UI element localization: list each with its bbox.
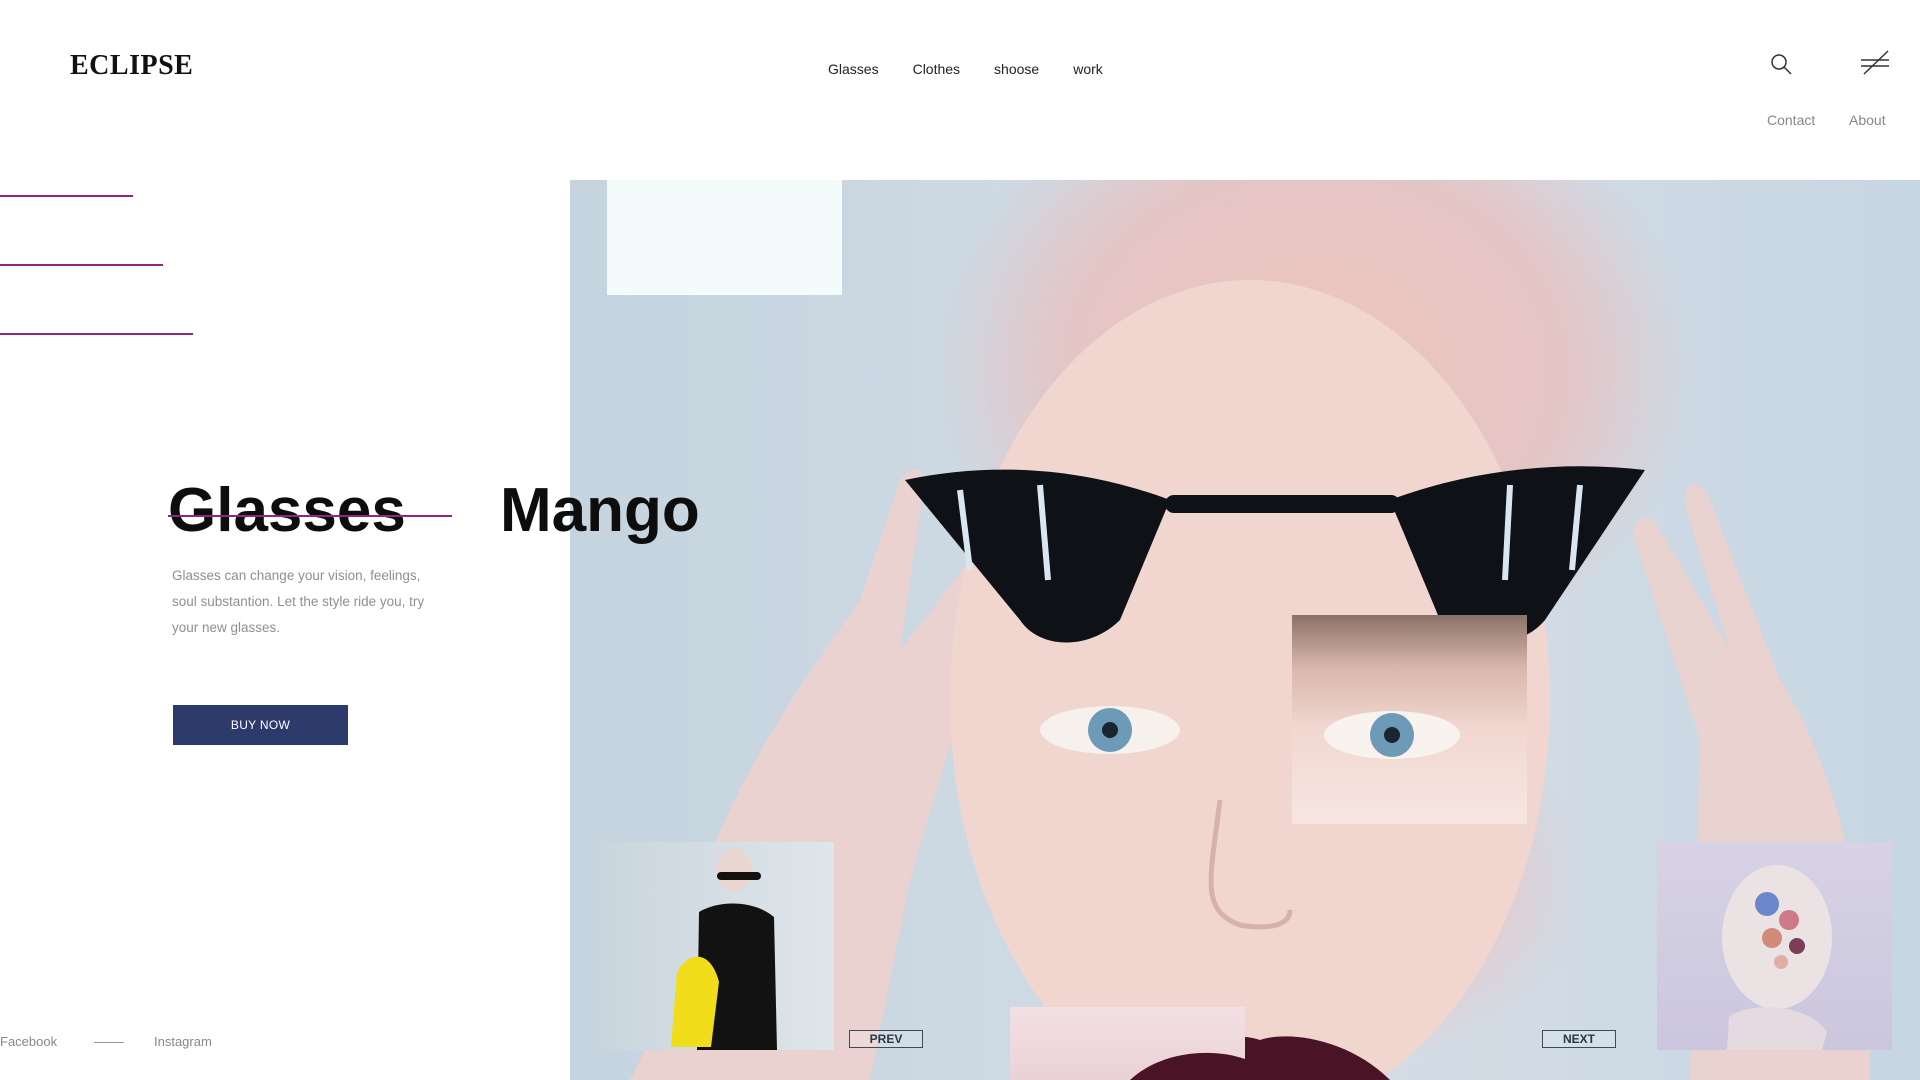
instagram-link[interactable]: Instagram: [154, 1034, 212, 1049]
decorative-line: [0, 195, 133, 197]
social-divider: [94, 1042, 124, 1043]
top-nav: Glasses Clothes shoose work: [828, 61, 1103, 77]
search-icon: [1771, 54, 1792, 75]
decorative-line: [0, 264, 163, 266]
hero-description: Glasses can change your vision, feelings…: [172, 568, 425, 635]
hero-title-left: Glasses: [168, 476, 406, 545]
hero-title-right: Mango: [500, 476, 700, 545]
title-strike-line: [168, 515, 452, 517]
lip-detail-image: [1010, 1007, 1245, 1080]
menu-button[interactable]: [1857, 44, 1893, 80]
menu-icon: [1861, 50, 1889, 75]
nav-item-shoose[interactable]: shoose: [994, 61, 1039, 77]
decorative-line: [0, 333, 193, 335]
pale-overlay-square: [607, 180, 842, 295]
nav-item-glasses[interactable]: Glasses: [828, 61, 879, 77]
next-button[interactable]: NEXT: [1542, 1030, 1616, 1048]
thumbnail-next[interactable]: [1657, 842, 1892, 1050]
nav-item-work[interactable]: work: [1073, 61, 1103, 77]
facebook-link[interactable]: Facebook: [0, 1034, 57, 1049]
search-button[interactable]: [1763, 46, 1799, 82]
prev-button[interactable]: PREV: [849, 1030, 923, 1048]
nav-item-clothes[interactable]: Clothes: [913, 61, 960, 77]
about-link[interactable]: About: [1849, 112, 1886, 128]
thumbnail-prev[interactable]: [599, 842, 834, 1050]
eye-detail-image: [1292, 615, 1527, 824]
contact-link[interactable]: Contact: [1767, 112, 1815, 128]
logo[interactable]: ECLIPSE: [70, 50, 193, 82]
buy-now-button[interactable]: BUY NOW: [173, 705, 348, 745]
